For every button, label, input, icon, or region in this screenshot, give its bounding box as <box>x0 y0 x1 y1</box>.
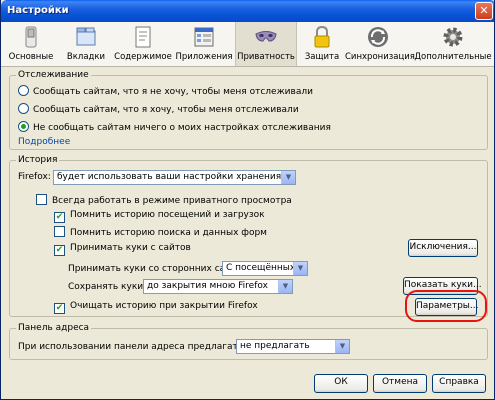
tabs-icon <box>76 27 96 46</box>
tracking-group-title: Отслеживание <box>16 70 91 80</box>
switch-icon <box>25 26 37 48</box>
tab-label: Приложения <box>175 52 233 62</box>
tab-label: Основные <box>8 52 54 62</box>
tab-general[interactable]: Основные <box>3 22 59 66</box>
remember-visits-checkbox-row[interactable]: ✔ Помнить историю посещений и загрузок <box>54 210 265 223</box>
radio-button[interactable] <box>18 103 29 114</box>
radio-label: Сообщать сайтам, что я не хочу, чтобы ме… <box>33 87 313 97</box>
suggest-value: не предлагать <box>240 341 310 351</box>
tracking-option-no-preference[interactable]: Не сообщать сайтам ничего о моих настрой… <box>18 121 331 133</box>
third-party-cookies-value: С посещённых <box>226 263 296 273</box>
help-button[interactable]: Справка <box>432 374 486 393</box>
keep-cookies-select[interactable]: до закрытия мною Firefox ▼ <box>143 279 293 294</box>
checkbox-label: Принимать куки с сайтов <box>70 243 191 253</box>
accept-cookies-checkbox[interactable]: ✔ <box>54 245 65 256</box>
chevron-down-icon: ▼ <box>335 340 349 353</box>
chevron-down-icon: ▼ <box>278 280 292 293</box>
accept-cookies-checkbox-row[interactable]: ✔ Принимать куки с сайтов <box>54 243 191 256</box>
checkbox-label: Всегда работать в режиме приватного прос… <box>52 196 292 206</box>
keep-cookies-label: Сохранять куки: <box>68 282 147 292</box>
close-button[interactable]: ✕ <box>475 2 493 20</box>
history-mode-select[interactable]: будет использовать ваши настройки хранен… <box>53 170 296 185</box>
tab-applications[interactable]: Приложения <box>175 22 233 66</box>
tracking-option-no-track[interactable]: Сообщать сайтам, что я не хочу, чтобы ме… <box>18 85 313 97</box>
more-info-link[interactable]: Подробнее <box>18 137 70 147</box>
tab-content[interactable]: Содержимое <box>113 22 173 66</box>
highlight-annotation <box>405 290 487 322</box>
tab-label: Вкладки <box>66 52 106 62</box>
radio-label: Не сообщать сайтам ничего о моих настрой… <box>33 123 331 133</box>
suggest-select[interactable]: не предлагать ▼ <box>236 339 350 354</box>
exceptions-button[interactable]: Исключения... <box>408 239 478 257</box>
tab-label: Дополнительные <box>414 52 492 62</box>
tab-label: Приватность <box>237 52 295 62</box>
remember-search-checkbox[interactable] <box>54 226 65 237</box>
history-mode-value: будет использовать ваши настройки хранен… <box>57 172 295 182</box>
preferences-toolbar: Основные Вкладки Содержимое Приложения П… <box>1 22 494 67</box>
checkbox-label: Помнить историю поиска и данных форм <box>70 228 267 238</box>
always-private-checkbox[interactable] <box>36 194 47 205</box>
radio-button[interactable] <box>18 85 29 96</box>
always-private-checkbox-row[interactable]: Всегда работать в режиме приватного прос… <box>36 194 292 206</box>
clear-on-close-checkbox-row[interactable]: ✔ Очищать историю при закрытии Firefox <box>54 301 258 314</box>
keep-cookies-value: до закрытия мною Firefox <box>147 281 268 291</box>
remember-search-checkbox-row[interactable]: Помнить историю поиска и данных форм <box>54 226 267 238</box>
tab-security[interactable]: Защита <box>299 22 345 66</box>
lock-icon <box>314 25 330 48</box>
history-group-title: История <box>16 155 60 165</box>
radio-label: Сообщать сайтам, что я хочу, чтобы меня … <box>33 105 299 115</box>
chevron-down-icon: ▼ <box>281 171 295 184</box>
third-party-cookies-select[interactable]: С посещённых ▼ <box>222 261 308 276</box>
document-icon <box>135 26 151 48</box>
tab-label: Синхронизация <box>345 52 415 62</box>
tab-label: Защита <box>304 52 340 62</box>
title-bar[interactable]: Настройки ✕ <box>1 0 494 22</box>
tab-privacy[interactable]: Приватность <box>235 22 297 66</box>
applications-icon <box>194 27 214 47</box>
remember-visits-checkbox[interactable]: ✔ <box>54 212 65 223</box>
checkbox-label: Помнить историю посещений и загрузок <box>70 210 265 220</box>
tab-tabs[interactable]: Вкладки <box>61 22 111 66</box>
window-title: Настройки <box>7 5 69 16</box>
checkbox-label: Очищать историю при закрытии Firefox <box>70 301 258 311</box>
sync-icon <box>368 27 388 47</box>
cancel-button[interactable]: Отмена <box>373 374 427 393</box>
tracking-group: Отслеживание Сообщать сайтам, что я не х… <box>9 70 488 150</box>
tab-advanced[interactable]: Дополнительные <box>413 22 493 66</box>
tab-sync[interactable]: Синхронизация <box>345 22 415 66</box>
mask-icon <box>255 31 277 42</box>
firefox-label: Firefox: <box>18 172 51 182</box>
ok-button[interactable]: ОК <box>314 374 368 393</box>
tab-label: Содержимое <box>114 52 172 62</box>
chevron-down-icon: ▼ <box>293 262 307 275</box>
clear-on-close-checkbox[interactable]: ✔ <box>54 303 65 314</box>
radio-button[interactable] <box>18 121 29 132</box>
address-bar-group-title: Панель адреса <box>16 323 92 333</box>
preferences-window: Настройки ✕ Основные Вкладки Содержимое … <box>0 0 495 400</box>
address-bar-group: Панель адреса При использовании панели а… <box>9 323 488 360</box>
tracking-option-track[interactable]: Сообщать сайтам, что я хочу, чтобы меня … <box>18 103 299 115</box>
gear-icon <box>443 27 463 47</box>
